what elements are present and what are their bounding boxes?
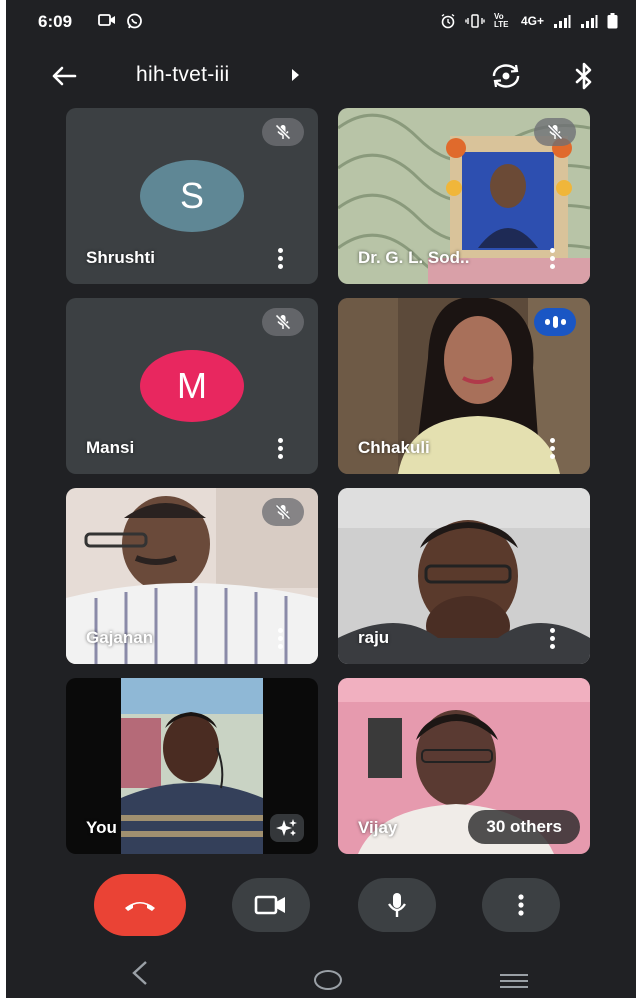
muted-badge [262, 118, 304, 146]
signal-icon [554, 14, 571, 28]
participant-name: Chhakuli [358, 438, 430, 457]
muted-badge [262, 308, 304, 336]
microphone-toggle-button[interactable] [358, 878, 436, 932]
speaking-badge [534, 308, 576, 336]
effects-button[interactable] [270, 814, 304, 842]
caret-right-icon[interactable] [290, 68, 300, 82]
nav-back-icon[interactable] [130, 960, 150, 986]
mic-off-icon [275, 504, 291, 520]
camera-toggle-button[interactable] [232, 878, 310, 932]
mic-off-icon [275, 124, 291, 140]
participant-tile-gajanan[interactable]: Gajanan [66, 488, 318, 664]
muted-badge [534, 118, 576, 146]
participant-tile-mansi[interactable]: M Mansi [66, 298, 318, 474]
back-arrow-icon [52, 66, 77, 86]
participant-tile-vijay[interactable]: Vijay 30 others [338, 678, 590, 854]
switch-camera-icon [492, 64, 520, 88]
self-video [121, 678, 263, 854]
end-call-icon [125, 902, 155, 911]
end-call-button[interactable] [94, 874, 186, 936]
switch-camera-button[interactable] [486, 58, 526, 94]
tile-more-button[interactable] [542, 436, 562, 460]
muted-badge [262, 498, 304, 526]
participant-tile-raju[interactable]: raju [338, 488, 590, 664]
tile-more-button[interactable] [270, 626, 290, 650]
network-label: 4G+ [520, 14, 544, 28]
participant-tile-dr-g-l-sod[interactable]: Dr. G. L. Sod.. [338, 108, 590, 284]
camera-icon [254, 895, 285, 915]
participant-name: Vijay [358, 818, 398, 837]
mic-off-icon [275, 314, 291, 330]
participant-tile-chhakuli[interactable]: Chhakuli [338, 298, 590, 474]
tile-more-button[interactable] [542, 626, 562, 650]
tile-more-button[interactable] [270, 436, 290, 460]
meeting-title[interactable]: hih-tvet-iii [136, 63, 229, 87]
more-options-button[interactable] [482, 878, 560, 932]
participant-name: Gajanan [86, 628, 154, 647]
participant-tile-self[interactable]: You [66, 678, 318, 854]
status-time: 6:09 [38, 12, 73, 31]
alarm-icon [441, 13, 455, 29]
avatar: M [140, 350, 244, 422]
nav-recents-icon[interactable] [500, 974, 528, 992]
audio-output-button[interactable] [566, 58, 602, 94]
nav-home-icon[interactable] [314, 970, 342, 990]
participant-name: raju [358, 628, 390, 647]
bluetooth-icon [575, 62, 592, 90]
mic-off-icon [547, 124, 563, 140]
participant-tile-shrushti[interactable]: S Shrushti [66, 108, 318, 284]
meeting-header: hih-tvet-iii [6, 52, 636, 100]
volte-label: Vo LTE [493, 12, 509, 29]
others-chip[interactable]: 30 others [468, 810, 580, 844]
participant-name: You [86, 818, 117, 837]
tile-more-button[interactable] [542, 246, 562, 270]
call-controls [6, 868, 636, 940]
sparkle-effects-icon [276, 819, 297, 836]
participant-name: Mansi [86, 438, 135, 457]
avatar: S [140, 160, 244, 232]
signal-icon [581, 14, 598, 28]
vibrate-icon [465, 14, 485, 28]
meet-screen: 6:09 Vo LTE 4G+ hih-tvet-iii S Shrushti … [6, 0, 636, 998]
status-bar: 6:09 Vo LTE 4G+ [6, 0, 636, 44]
back-button[interactable] [46, 60, 82, 92]
whatsapp-icon [127, 13, 142, 29]
battery-icon [607, 13, 618, 29]
system-navigation-bar [6, 948, 636, 998]
microphone-icon [388, 893, 406, 917]
participant-name: Shrushti [86, 248, 155, 267]
tile-more-button[interactable] [270, 246, 290, 270]
camera-icon [98, 14, 115, 26]
more-options-icon [518, 894, 524, 916]
participant-name: Dr. G. L. Sod.. [358, 248, 470, 267]
